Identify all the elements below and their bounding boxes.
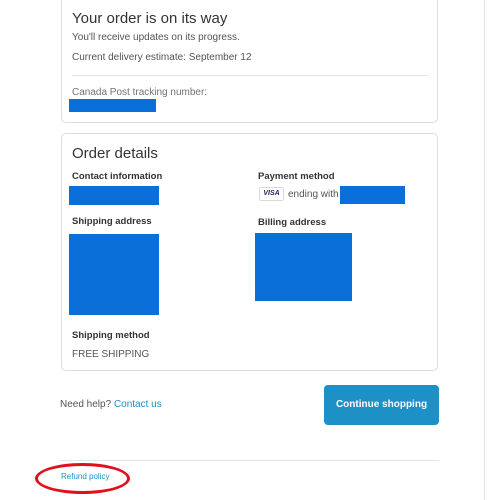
updates-text: You'll receive updates on its progress. bbox=[72, 32, 240, 43]
need-help-text: Need help? bbox=[60, 399, 112, 410]
contact-information-label: Contact information bbox=[72, 171, 163, 182]
contact-information-redacted bbox=[69, 186, 159, 205]
card-digits-redacted bbox=[340, 186, 405, 204]
shipping-method-value: FREE SHIPPING bbox=[72, 349, 150, 360]
billing-address-label: Billing address bbox=[258, 217, 327, 228]
shipping-address-label: Shipping address bbox=[72, 216, 152, 227]
order-details-card: Order details Contact information Paymen… bbox=[61, 133, 438, 371]
order-status-card: Your order is on its way You'll receive … bbox=[61, 0, 438, 123]
refund-policy-link[interactable]: Refund policy bbox=[61, 472, 109, 481]
contact-us-link[interactable]: Contact us bbox=[114, 399, 162, 410]
continue-shopping-button[interactable]: Continue shopping bbox=[324, 385, 439, 425]
need-help-row: Need help? Contact us bbox=[60, 399, 162, 410]
status-divider bbox=[72, 75, 428, 76]
shipping-method-label: Shipping method bbox=[72, 330, 150, 341]
shipping-address-redacted bbox=[69, 234, 159, 315]
ending-with-text: ending with bbox=[288, 189, 339, 200]
tracking-label: Canada Post tracking number: bbox=[72, 87, 208, 98]
payment-method-label: Payment method bbox=[258, 171, 335, 182]
footer-divider bbox=[60, 460, 439, 461]
order-status-title: Your order is on its way bbox=[72, 10, 228, 27]
order-details-title: Order details bbox=[72, 145, 158, 162]
tracking-number-redacted bbox=[69, 99, 156, 112]
order-status-page: Your order is on its way You'll receive … bbox=[0, 0, 488, 500]
delivery-estimate: Current delivery estimate: September 12 bbox=[72, 52, 252, 63]
billing-address-redacted bbox=[255, 233, 352, 301]
page-edge-divider bbox=[484, 0, 485, 500]
visa-card-icon: VISA bbox=[259, 187, 284, 201]
